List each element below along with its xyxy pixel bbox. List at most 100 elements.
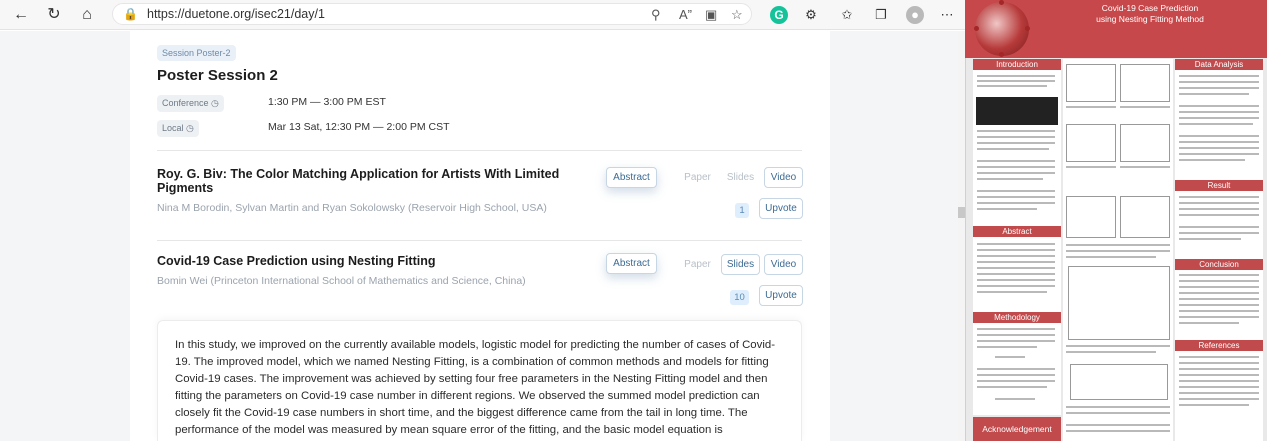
poster-text-line [1179,135,1259,137]
session-badge: Session Poster-2 [157,45,236,61]
poster-text-line [1179,280,1259,282]
poster-text-line [995,356,1025,358]
poster-text-line [1179,374,1259,376]
poster-text-line [1179,87,1259,89]
read-aloud-icon[interactable]: A” [679,7,692,22]
browser-toolbar: ← ↻ ⌂ 🔒 https://duetone.org/isec21/day/1… [0,0,965,30]
profile-icon[interactable]: ● [906,6,924,24]
poster-text-line [1066,430,1170,432]
poster-text-line [1179,304,1259,306]
poster-text-line [1179,196,1259,198]
poster-text-line [977,130,1055,132]
poster-text-line [977,166,1055,168]
favorites-icon[interactable]: ✩ [838,6,856,24]
video-button[interactable]: Video [764,254,803,275]
poster-text-line [1179,93,1249,95]
poster-text-line [1179,404,1249,406]
poster-text-line [1179,111,1259,113]
app-icon[interactable]: ▣ [705,7,717,23]
local-label-text: Local [162,123,184,133]
poster-text-line [1066,424,1170,426]
vote-count: 1 [735,203,749,218]
poster-text-line [977,243,1055,245]
poster-text-line [1179,292,1259,294]
poster-text-line [977,368,1055,370]
clock-icon: ◷ [186,123,194,133]
collections-icon[interactable]: ❐ [872,6,890,24]
poster-text-line [1120,106,1170,108]
conference-label: Conference ◷ [157,95,224,112]
more-icon[interactable]: ⋯ [938,6,956,24]
paper-title-line: Roy. G. Biv: The Color Matching Applicat… [157,167,560,181]
paper-title[interactable]: Roy. G. Biv: The Color Matching Applicat… [157,167,559,195]
upvote-button[interactable]: Upvote [759,285,803,306]
upvote-button[interactable]: Upvote [759,198,803,219]
refresh-icon[interactable]: ↻ [43,4,65,26]
virus-image [975,2,1029,56]
poster-graph [1066,124,1116,162]
poster-section-header: References [1175,340,1263,351]
poster-text-line [977,85,1047,87]
local-label: Local ◷ [157,120,199,137]
poster-text-line [977,386,1047,388]
abstract-button[interactable]: Abstract [606,253,657,274]
slides-button[interactable]: Slides [721,254,760,275]
paper-authors: Nina M Borodin, Sylvan Martin and Ryan S… [157,202,547,214]
poster-text-line [1066,106,1116,108]
poster-graph [1120,64,1170,102]
poster-text-line [977,255,1055,257]
poster-text-line [977,142,1055,144]
virus-spike [999,52,1004,57]
poster-map-image [976,97,1058,125]
poster-text-line [1179,75,1259,77]
poster-graph [1120,124,1170,162]
poster-section-header: Conclusion [1175,259,1263,270]
paper-title[interactable]: Covid-19 Case Prediction using Nesting F… [157,254,436,268]
vote-count: 10 [730,290,749,305]
poster-graph [1120,196,1170,238]
scrollbar-thumb[interactable] [958,207,965,218]
poster-text-line [977,346,1037,348]
virus-spike [1025,26,1030,31]
poster-text-line [1179,310,1259,312]
poster-text-line [977,196,1055,198]
poster-text-line [977,178,1043,180]
poster-text-line [1179,238,1241,240]
scrollbar-track[interactable] [958,31,965,441]
poster-text-line [1179,141,1259,143]
local-time: Mar 13 Sat, 12:30 PM — 2:00 PM CST [268,121,450,133]
url-text: https://duetone.org/isec21/day/1 [147,7,325,21]
favorite-icon[interactable]: ☆ [731,7,743,23]
poster-title: Covid-19 Case Prediction [1101,3,1199,13]
poster-graph [1066,196,1116,238]
slides-button[interactable]: Slides [721,167,760,188]
back-icon[interactable]: ← [10,4,32,26]
poster-text-line [977,172,1055,174]
grammarly-icon[interactable]: G [770,6,788,24]
poster-text-line [1066,244,1170,246]
poster-section-header: Data Analysis [1175,59,1263,70]
address-bar[interactable]: 🔒 https://duetone.org/isec21/day/1 ⚲ A” … [112,3,752,25]
poster-text-line [1066,250,1170,252]
poster-text-line [1066,345,1170,347]
abstract-button[interactable]: Abstract [606,167,657,188]
clock-icon: ◷ [211,98,219,108]
video-button[interactable]: Video [764,167,803,188]
poster-text-line [1179,286,1259,288]
poster-section-header: Introduction [973,59,1061,70]
poster-text-line [977,249,1055,251]
poster-text-line [977,148,1049,150]
extensions-icon[interactable]: ⚙ [802,6,820,24]
poster-text-line [1179,117,1259,119]
poster-text-line [977,279,1055,281]
home-icon[interactable]: ⌂ [76,4,98,26]
poster-text-line [1120,166,1170,168]
poster-text-line [1179,123,1253,125]
paper-button[interactable]: Paper [679,167,716,188]
poster-graph [1066,64,1116,102]
paper-title-line: Pigments [157,181,214,195]
paper-button[interactable]: Paper [679,254,716,275]
poster-section-header: Abstract [973,226,1061,237]
key-icon[interactable]: ⚲ [651,7,661,23]
poster-text-line [1179,214,1259,216]
